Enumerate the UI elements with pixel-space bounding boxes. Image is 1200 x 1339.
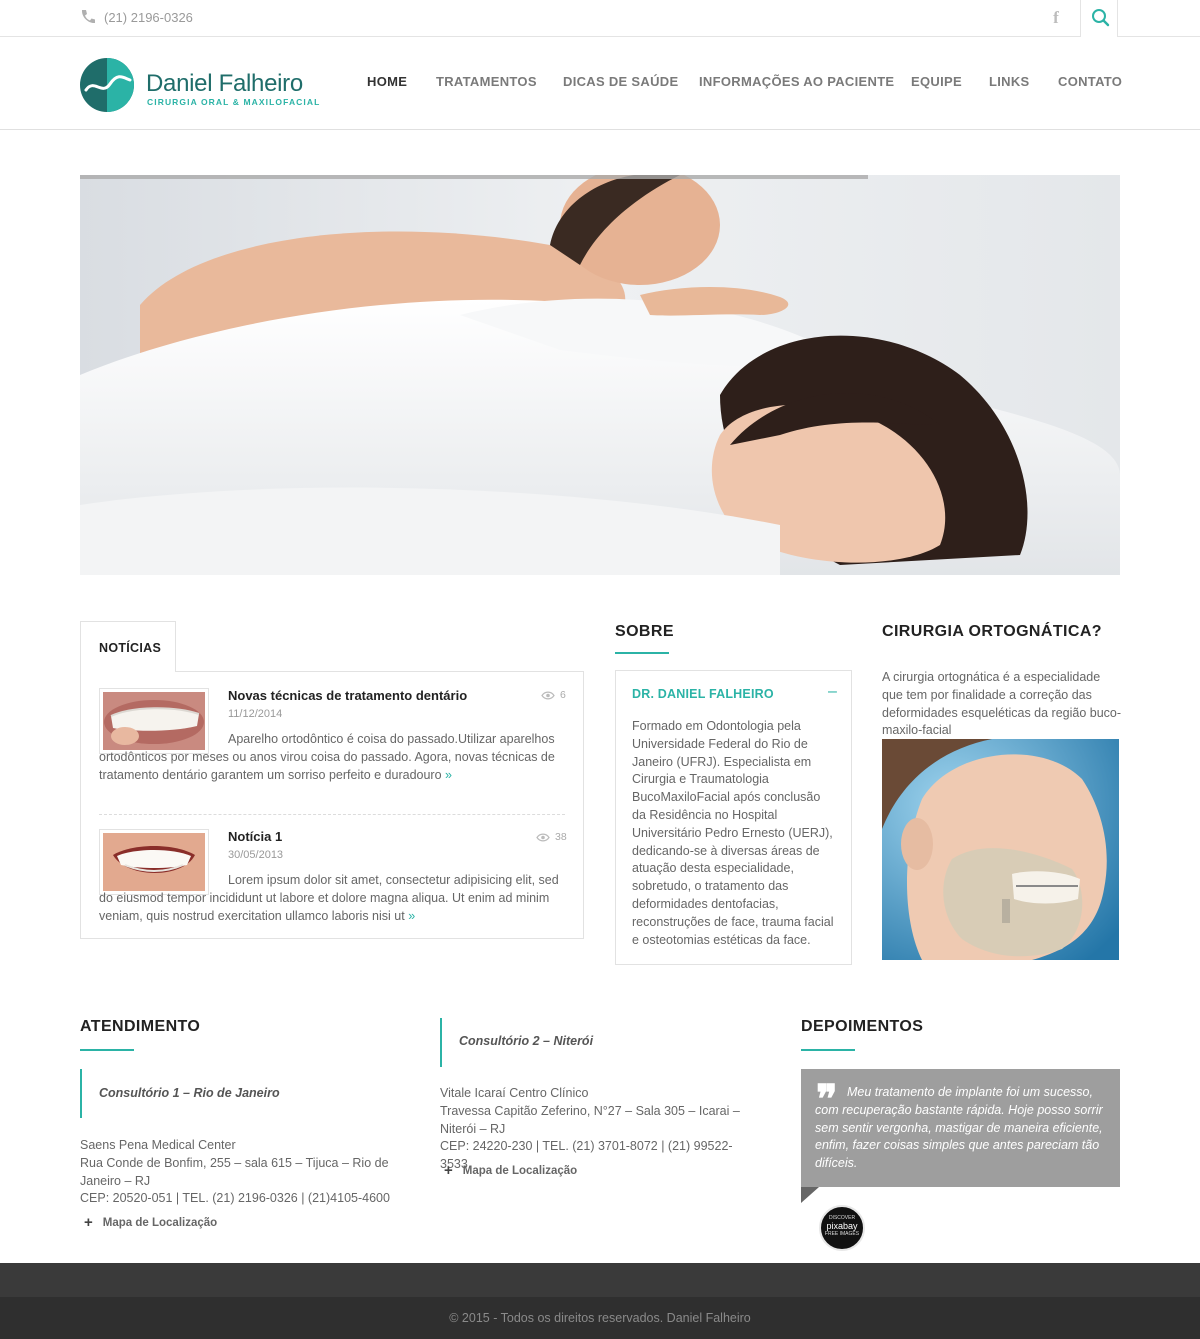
office-1-title: Consultório 1 – Rio de Janeiro xyxy=(99,1086,280,1100)
news-date: 11/12/2014 xyxy=(228,708,283,720)
depoimentos-title-underline xyxy=(801,1049,855,1051)
office-2-map-link[interactable]: + Mapa de Localização xyxy=(444,1162,577,1179)
office-2-accent xyxy=(440,1018,442,1067)
read-more-link[interactable]: » xyxy=(445,768,452,782)
logo-name[interactable]: Daniel Falheiro xyxy=(146,70,303,98)
office-2-line: Vitale Icaraí Centro Clínico xyxy=(440,1086,589,1100)
orto-text: A cirurgia ortognática é a especialidade… xyxy=(882,670,1122,738)
testimonial-text: Meu tratamento de implante foi um sucess… xyxy=(815,1085,1103,1171)
logo-subtitle: CIRURGIA ORAL & MAXILOFACIAL xyxy=(147,97,321,107)
nav-tratamentos[interactable]: TRATAMENTOS xyxy=(436,74,537,89)
nav-equipe[interactable]: EQUIPE xyxy=(911,74,962,89)
sobre-accordion-header[interactable]: DR. DANIEL FALHEIRO xyxy=(632,687,774,701)
news-title[interactable]: Notícia 1 xyxy=(228,829,282,844)
nav-informacoes-ao-paciente[interactable]: INFORMAÇÕES AO PACIENTE xyxy=(699,74,894,89)
office-2-address: Vitale Icaraí Centro Clínico Travessa Ca… xyxy=(440,1085,760,1174)
hero-slider-image[interactable] xyxy=(80,175,1120,575)
read-more-link[interactable]: » xyxy=(408,909,415,923)
nav-links[interactable]: LINKS xyxy=(989,74,1030,89)
news-excerpt-text: Lorem ipsum dolor sit amet, consectetur … xyxy=(99,873,559,923)
atendimento-title-underline xyxy=(80,1049,134,1051)
nav-contato[interactable]: CONTATO xyxy=(1058,74,1122,89)
avatar: DISCOVER pixabay FREE IMAGES xyxy=(819,1205,865,1251)
depoimentos-title: DEPOIMENTOS xyxy=(801,1018,924,1035)
testimonial-pointer xyxy=(801,1187,819,1203)
slider-progress-bar xyxy=(80,175,868,179)
office-2-line: Travessa Capitão Zeferino, N°27 – Sala 3… xyxy=(440,1103,740,1136)
plus-icon: + xyxy=(84,1214,93,1231)
news-excerpt: Lorem ipsum dolor sit amet, consectetur … xyxy=(99,871,569,925)
collapse-icon[interactable]: – xyxy=(828,683,837,701)
footer-top xyxy=(0,1263,1200,1297)
search-button[interactable] xyxy=(1080,0,1118,37)
news-divider xyxy=(99,814,565,815)
sobre-title-underline xyxy=(615,652,669,654)
search-icon xyxy=(1092,9,1110,27)
office-1-accent xyxy=(80,1069,82,1118)
news-date: 30/05/2013 xyxy=(228,849,284,861)
sobre-title: SOBRE xyxy=(615,623,674,640)
news-excerpt-text: Aparelho ortodôntico é coisa do passado.… xyxy=(99,732,555,782)
tab-noticias[interactable]: NOTÍCIAS xyxy=(80,621,176,672)
news-title[interactable]: Novas técnicas de tratamento dentário xyxy=(228,688,467,703)
office-1-line: Rua Conde de Bonfim, 255 – sala 615 – Ti… xyxy=(80,1155,389,1188)
office-1-address: Saens Pena Medical Center Rua Conde de B… xyxy=(80,1137,400,1208)
phone-contact: (21) 2196-0326 xyxy=(80,9,193,25)
nav-dicas-de-saude[interactable]: DICAS DE SAÚDE xyxy=(563,74,678,89)
orto-title: CIRURGIA ORTOGNÁTICA? xyxy=(882,623,1102,640)
news-views-count: 38 xyxy=(555,831,567,843)
office-1-line: CEP: 20520-051 | TEL. (21) 2196-0326 | (… xyxy=(80,1191,390,1206)
facebook-icon[interactable]: f xyxy=(1046,8,1066,28)
news-views: 38 xyxy=(536,831,567,843)
copyright: © 2015 - Todos os direitos reservados. D… xyxy=(449,1311,751,1325)
avatar-line: pixabay xyxy=(826,1221,858,1231)
news-views: 6 xyxy=(541,689,566,701)
tab-noticias-label: NOTÍCIAS xyxy=(99,641,162,655)
avatar-line: FREE IMAGES xyxy=(824,1231,860,1237)
office-1-line: Saens Pena Medical Center xyxy=(80,1138,236,1152)
logo-icon[interactable] xyxy=(80,58,134,112)
news-views-count: 6 xyxy=(560,689,566,701)
sobre-text: Formado em Odontologia pela Universidade… xyxy=(632,719,834,947)
news-excerpt: Aparelho ortodôntico é coisa do passado.… xyxy=(99,730,565,784)
map-link-label: Mapa de Localização xyxy=(102,1216,218,1229)
map-link-label: Mapa de Localização xyxy=(462,1164,578,1177)
atendimento-title: ATENDIMENTO xyxy=(80,1018,201,1035)
office-2-title: Consultório 2 – Niterói xyxy=(459,1034,594,1048)
orto-image[interactable] xyxy=(882,739,1119,960)
phone-icon xyxy=(81,10,95,24)
office-1-map-link[interactable]: + Mapa de Localização xyxy=(84,1214,217,1231)
plus-icon: + xyxy=(444,1162,453,1179)
phone-number: (21) 2196-0326 xyxy=(104,9,193,25)
eye-icon xyxy=(541,691,555,699)
eye-icon xyxy=(536,833,550,841)
nav-home[interactable]: HOME xyxy=(367,74,407,89)
